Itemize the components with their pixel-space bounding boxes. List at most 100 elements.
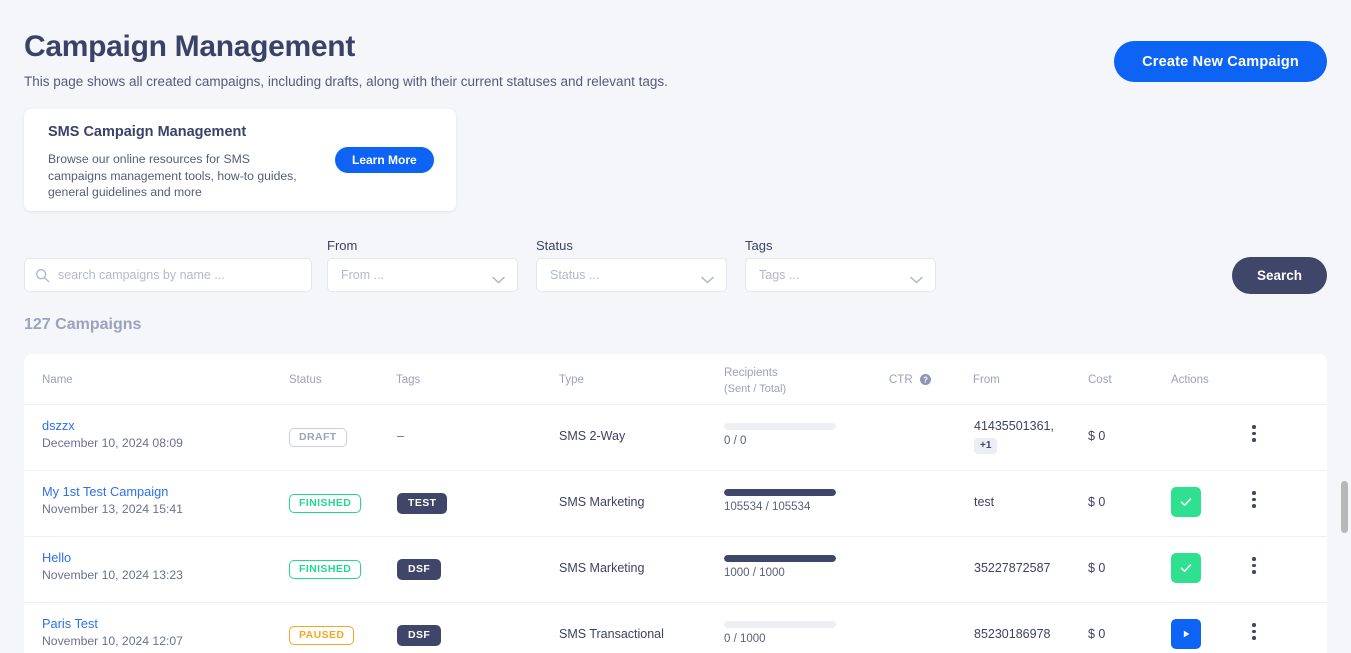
table-row: My 1st Test Campaign November 13, 2024 15… bbox=[24, 470, 1327, 536]
page-subtitle: This page shows all created campaigns, i… bbox=[24, 74, 668, 89]
chevron-down-icon bbox=[492, 271, 505, 284]
tag-pill[interactable]: DSF bbox=[397, 559, 442, 580]
row-menu-button[interactable] bbox=[1252, 557, 1256, 577]
campaign-management-page: Campaign Management This page shows all … bbox=[0, 0, 1351, 653]
column-header-recipients-main: Recipients bbox=[724, 367, 778, 379]
row-menu-button[interactable] bbox=[1252, 491, 1256, 511]
campaign-date: November 10, 2024 12:07 bbox=[42, 634, 183, 648]
progress-bar-fill bbox=[724, 489, 836, 496]
from-filter-value: From ... bbox=[341, 268, 385, 282]
tags-filter-label: Tags bbox=[745, 238, 773, 253]
campaign-type: SMS Marketing bbox=[559, 561, 645, 575]
cost-value: $ 0 bbox=[1088, 495, 1106, 509]
chevron-down-icon bbox=[910, 271, 923, 284]
from-number: 35227872587 bbox=[974, 561, 1051, 575]
recipients-count: 105534 / 105534 bbox=[724, 501, 811, 513]
check-icon bbox=[1180, 498, 1192, 506]
table-header-row: Name Status Tags Type Recipients (Sent /… bbox=[24, 354, 1327, 404]
help-icon[interactable]: ? bbox=[919, 374, 931, 386]
search-input[interactable] bbox=[58, 268, 311, 282]
tags-cell: – bbox=[397, 427, 404, 445]
from-cell: 41435501361, +1 bbox=[974, 419, 1079, 454]
column-header-ctr-label: CTR bbox=[889, 374, 913, 386]
campaign-date: November 10, 2024 13:23 bbox=[42, 568, 183, 582]
resume-action-button[interactable] bbox=[1171, 619, 1201, 649]
campaign-type: SMS Transactional bbox=[559, 627, 664, 641]
progress-bar-track bbox=[724, 423, 836, 430]
campaign-name-cell: Paris Test November 10, 2024 12:07 bbox=[42, 616, 183, 648]
table-body: dszzx December 10, 2024 08:09 DRAFT – SMS 2-… bbox=[24, 404, 1327, 653]
table-scrollbar-thumb[interactable] bbox=[1341, 481, 1348, 533]
action-cell bbox=[1171, 619, 1201, 649]
campaign-name-link[interactable]: Hello bbox=[42, 550, 183, 565]
search-input-wrapper[interactable] bbox=[24, 258, 312, 292]
status-cell: PAUSED bbox=[289, 625, 355, 645]
campaign-name-link[interactable]: dszzx bbox=[42, 418, 183, 433]
progress-bar-fill bbox=[724, 555, 836, 562]
status-filter-label: Status bbox=[536, 238, 573, 253]
from-cell: 35227872587 bbox=[974, 561, 1079, 575]
campaign-date: November 13, 2024 15:41 bbox=[42, 502, 183, 516]
from-filter-label: From bbox=[327, 238, 358, 253]
column-header-from: From bbox=[973, 374, 1000, 386]
learn-more-button[interactable]: Learn More bbox=[335, 147, 434, 173]
from-extra-badge[interactable]: +1 bbox=[974, 438, 998, 454]
status-cell: DRAFT bbox=[289, 427, 347, 447]
from-number: 85230186978 bbox=[974, 627, 1051, 641]
recipients-cell: 105534 / 105534 bbox=[724, 489, 874, 513]
play-icon bbox=[1183, 630, 1190, 638]
create-new-campaign-button[interactable]: Create New Campaign bbox=[1114, 41, 1327, 82]
campaign-name-cell: Hello November 10, 2024 13:23 bbox=[42, 550, 183, 582]
complete-action-button[interactable] bbox=[1171, 553, 1201, 583]
column-header-recipients-sub: (Sent / Total) bbox=[724, 383, 787, 395]
tag-pill[interactable]: DSF bbox=[397, 625, 442, 646]
status-cell: FINISHED bbox=[289, 493, 362, 513]
status-badge: FINISHED bbox=[289, 560, 362, 579]
campaigns-table: Name Status Tags Type Recipients (Sent /… bbox=[24, 354, 1327, 653]
from-filter-select[interactable]: From ... bbox=[327, 258, 518, 292]
from-number: 41435501361, bbox=[974, 419, 1054, 433]
svg-text:?: ? bbox=[923, 376, 928, 385]
search-icon bbox=[35, 268, 50, 283]
tags-filter-value: Tags ... bbox=[759, 268, 800, 282]
cost-value: $ 0 bbox=[1088, 627, 1106, 641]
action-cell bbox=[1171, 553, 1201, 583]
campaign-name-link[interactable]: Paris Test bbox=[42, 616, 183, 631]
table-row: dszzx December 10, 2024 08:09 DRAFT – SMS 2-… bbox=[24, 404, 1327, 470]
campaign-name-cell: My 1st Test Campaign November 13, 2024 15… bbox=[42, 484, 183, 516]
filter-bar: From From ... Status Status ... Tags Tag… bbox=[0, 236, 1351, 296]
column-header-tags: Tags bbox=[396, 374, 421, 386]
tags-filter-select[interactable]: Tags ... bbox=[745, 258, 936, 292]
recipients-count: 0 / 0 bbox=[724, 435, 747, 447]
tag-pill[interactable]: TEST bbox=[397, 493, 448, 514]
cost-value: $ 0 bbox=[1088, 561, 1106, 575]
tag-empty: – bbox=[397, 428, 405, 443]
chevron-down-icon bbox=[701, 271, 714, 284]
row-menu-button[interactable] bbox=[1252, 425, 1256, 445]
campaign-count: 127 Campaigns bbox=[24, 316, 142, 333]
tags-cell: TEST bbox=[397, 493, 448, 514]
search-button[interactable]: Search bbox=[1232, 257, 1327, 294]
page-title: Campaign Management bbox=[24, 30, 356, 63]
campaign-name-link[interactable]: My 1st Test Campaign bbox=[42, 484, 183, 499]
from-cell: test bbox=[974, 495, 1079, 509]
campaign-name-cell: dszzx December 10, 2024 08:09 bbox=[42, 418, 183, 450]
status-badge: PAUSED bbox=[289, 626, 355, 645]
recipients-count: 1000 / 1000 bbox=[724, 567, 785, 579]
from-number: test bbox=[974, 495, 995, 509]
row-menu-button[interactable] bbox=[1252, 623, 1256, 643]
complete-action-button[interactable] bbox=[1171, 487, 1201, 517]
action-cell bbox=[1171, 487, 1201, 517]
campaign-type: SMS Marketing bbox=[559, 495, 645, 509]
status-filter-select[interactable]: Status ... bbox=[536, 258, 727, 292]
recipients-cell: 0 / 1000 bbox=[724, 621, 874, 645]
progress-bar-track bbox=[724, 489, 836, 496]
sms-campaign-promo-card: SMS Campaign Management Browse our onlin… bbox=[24, 109, 456, 211]
status-badge: FINISHED bbox=[289, 494, 362, 513]
status-badge: DRAFT bbox=[289, 428, 347, 447]
column-header-recipients: Recipients (Sent / Total) bbox=[724, 365, 786, 397]
table-row: Hello November 10, 2024 13:23 FINISHED DSF S… bbox=[24, 536, 1327, 602]
campaign-date: December 10, 2024 08:09 bbox=[42, 436, 183, 450]
campaign-type: SMS 2-Way bbox=[559, 429, 626, 443]
column-header-ctr: CTR ? bbox=[889, 374, 931, 386]
